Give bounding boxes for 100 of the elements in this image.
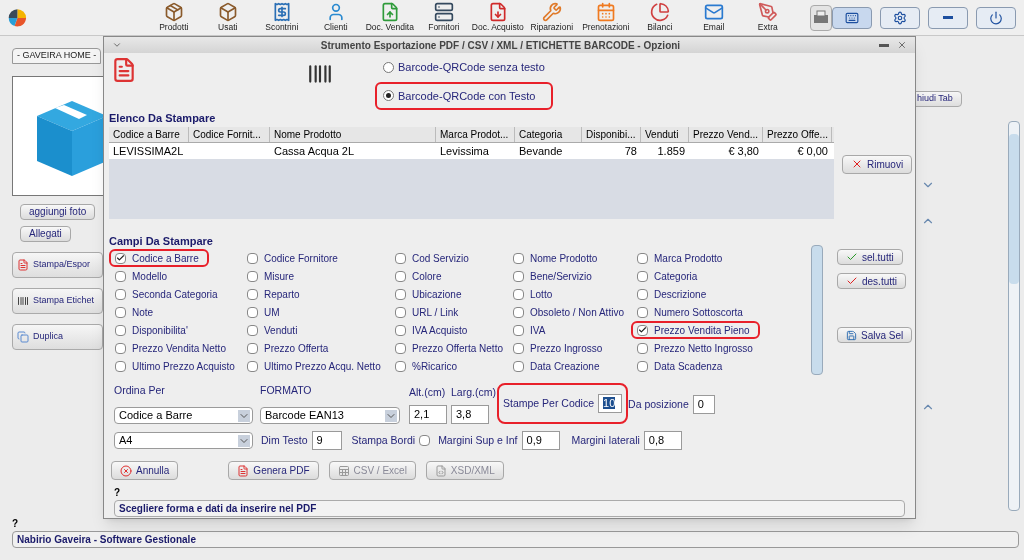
table-cell-text: Levissima [439,143,490,159]
field-checkbox[interactable]: Codice Fornitore [241,249,348,267]
field-checkbox[interactable]: Descrizione [631,285,717,303]
printer-button[interactable] [809,4,832,31]
deselect-all-button[interactable]: des.tutti [837,273,907,289]
field-checkbox[interactable]: Data Scadenza [631,357,733,375]
side-button[interactable]: aggiungi foto [20,203,96,220]
caret-icon [238,434,250,447]
column-header: Prezzo Offe... [763,126,832,142]
window-button[interactable] [976,6,1016,29]
field-checkbox[interactable]: Lotto [507,285,563,303]
field-checkbox[interactable]: Ubicazione [389,285,472,303]
toolbar-label[interactable]: Prodotti [159,22,189,33]
column-header: Marca Prodot... [436,126,515,142]
printer-icon [811,9,830,26]
radio-option[interactable]: Barcode-QRCode senza testo [375,57,553,78]
hint-bar: Scegliere forma e dati da inserire nel PDF [114,500,905,517]
remove-button[interactable]: Rimuovi [842,154,913,174]
field-checkbox[interactable]: Numero Sottoscorta [631,303,753,321]
sort-select[interactable]: Codice a Barre [114,407,253,424]
field-checkbox[interactable]: Prezzo Netto Ingrosso [631,339,763,357]
field-checkbox[interactable]: Reparto [241,285,310,303]
field-checkbox[interactable]: Venduti [241,321,308,339]
action-button[interactable]: Annulla [111,461,179,480]
borders-checkbox[interactable] [419,435,431,446]
save-icon [846,329,857,341]
toolbar-label[interactable]: Doc. Vendita [365,22,414,33]
check-icon [846,251,858,263]
field-checkbox[interactable]: IVA [507,321,556,339]
toolbar-label[interactable]: Doc. Acquisto [471,22,524,33]
table-cell-text: 1.859 [656,143,686,159]
toolbar-label[interactable]: Clienti [323,22,348,33]
minimize-icon [943,16,953,19]
window-button[interactable] [880,6,920,29]
toolbar-label[interactable]: Extra [757,22,778,33]
toolbar-label[interactable]: Usati [218,22,238,33]
table-cell-text: Bevande [518,143,564,159]
column-header: Nome Prodotto [270,126,436,142]
field-checkbox[interactable]: URL / Link [389,303,469,321]
column-header: Venduti [641,126,689,142]
field-checkbox[interactable]: Marca Prodotto [631,249,733,267]
margin-field[interactable]: 0,9 [521,431,560,450]
toolbar-label[interactable]: Bilanci [647,22,673,33]
radio-option[interactable]: Barcode-QRCode con Testo [375,81,553,110]
window-button[interactable] [928,6,968,29]
column-header: Codice a Barre [109,126,189,142]
field-label: Alt.(cm) [409,385,446,401]
field-checkbox[interactable]: Misure [241,267,304,285]
home-tab[interactable]: - GAVEIRA HOME - [12,48,102,64]
field-checkbox[interactable]: Modello [109,267,178,285]
field-checkbox[interactable]: Seconda Categoria [109,285,228,303]
side-button[interactable]: Stampa Etichet [12,287,103,314]
toolbar-label[interactable]: Fornitori [428,22,460,33]
settings-icon [893,10,907,25]
field-checkbox[interactable]: Data Creazione [507,357,610,375]
field-checkbox[interactable]: Prezzo Offerta [241,339,339,357]
format-select[interactable]: Barcode EAN13 [260,407,400,424]
field-label: Ordina Per [114,383,165,399]
field-checkbox[interactable]: Cod Servizio [389,249,479,267]
toolbar-label[interactable]: Email [703,22,725,33]
side-button[interactable]: Stampa/Espor [12,251,103,278]
field-checkbox[interactable]: Prezzo Vendita Pieno [631,321,760,339]
save-selection-button[interactable]: Salva Sel [837,327,913,343]
field-checkbox[interactable]: UM [241,303,290,321]
width-field[interactable]: 3,8 [451,405,489,424]
toolbar-label[interactable]: Riparazioni [530,22,574,33]
select-all-button[interactable]: sel.tutti [837,249,903,265]
server-icon [433,2,454,22]
field-checkbox[interactable]: Nome Prodotto [507,249,608,267]
field-checkbox[interactable]: Prezzo Vendita Netto [109,339,236,357]
paper-select[interactable]: A4 [114,432,253,449]
field-checkbox[interactable]: Categoria [631,267,708,285]
position-field[interactable]: 0 [692,395,715,414]
field-label: Dim Testo [261,432,308,448]
field-checkbox[interactable]: Obsoleto / Non Attivo [507,303,634,321]
field-checkbox[interactable]: Bene/Servizio [507,267,602,285]
field-checkbox[interactable]: Note [109,303,164,321]
window-button[interactable] [832,6,872,29]
toolbar-label[interactable]: Prenotazioni [582,22,630,33]
table-cell-text: € 3,80 [727,143,760,159]
barcode-icon [17,294,29,307]
table-cell-text: LEVISSIMA2L [112,143,185,159]
field-checkbox[interactable]: Colore [389,267,452,285]
side-button[interactable]: Duplica [12,323,103,350]
field-checkbox[interactable]: Codice a Barre [109,249,209,267]
field-checkbox[interactable]: IVA Acquisto [389,321,478,339]
column-header: Categoria [515,126,582,142]
field-checkbox[interactable]: %Ricarico [389,357,467,375]
toolbar-label[interactable]: Scontrini [265,22,299,33]
field-label: Margini Sup e Inf [438,432,518,448]
column-header: Disponibi... [582,126,641,142]
text-size-field[interactable]: 9 [311,431,342,450]
action-button[interactable]: Genera PDF [228,461,319,480]
window-title: Strumento Esportazione PDF / CSV / XML / ETICHETTE BARCODE - Opzioni [319,38,682,53]
column-header: Codice Fornit... [189,126,270,142]
height-field[interactable]: 2,1 [409,405,447,424]
field-checkbox[interactable]: Disponibilita' [109,321,198,339]
side-button[interactable]: Allegati [20,225,71,242]
copies-field[interactable]: 10 [598,394,623,413]
margin-field[interactable]: 0,8 [643,431,682,450]
